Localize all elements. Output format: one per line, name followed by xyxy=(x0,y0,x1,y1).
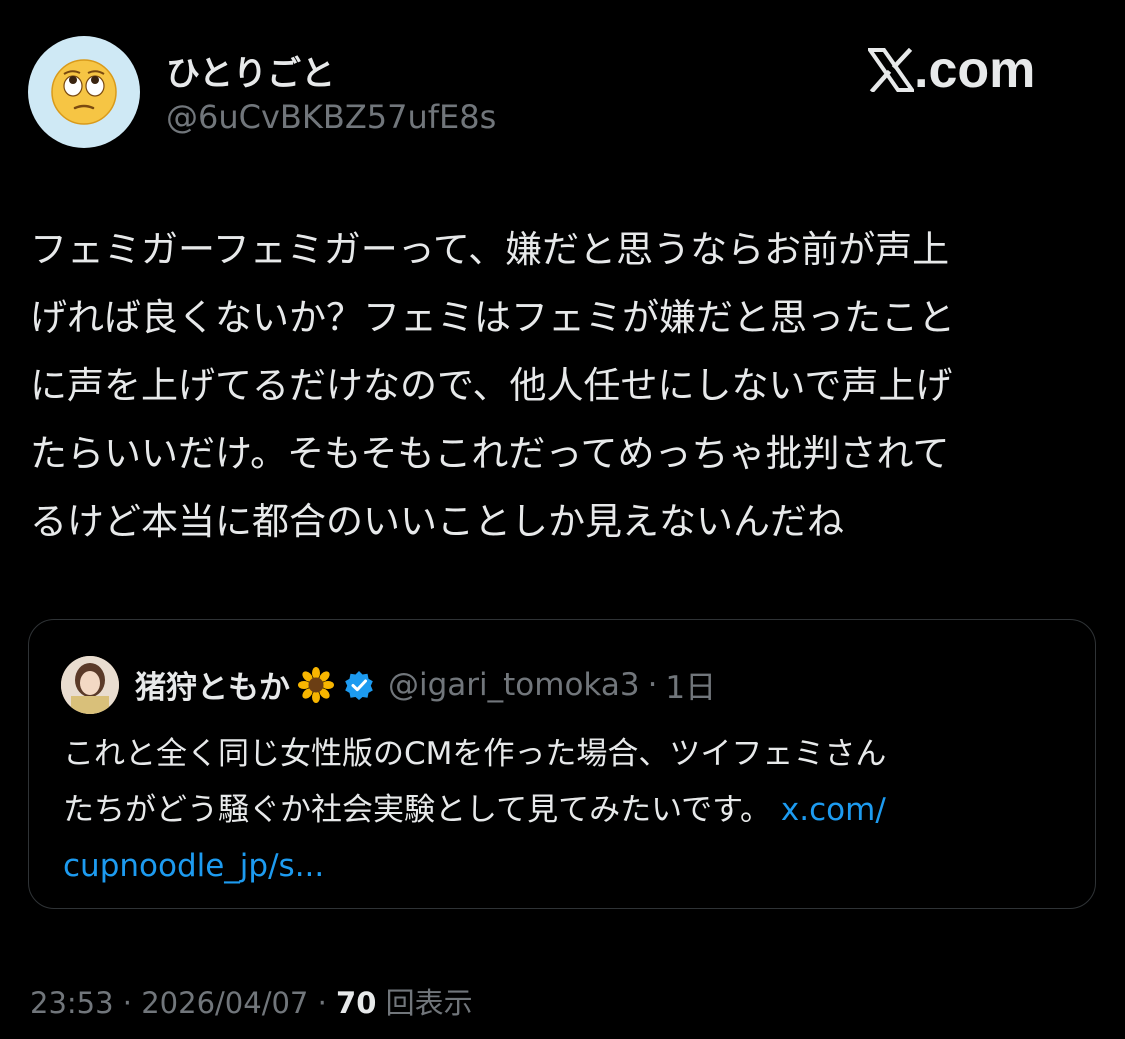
sunflower-icon xyxy=(298,666,334,703)
quoted-text-line: これと全く同じ女性版のCMを作った場合、ツイフェミさん xyxy=(63,736,887,772)
author-display-name[interactable]: ひとりごと xyxy=(166,46,335,95)
views-count: 70 xyxy=(336,986,377,1020)
tweet-date[interactable]: 2026/04/07 xyxy=(141,986,308,1020)
views-label: 回表示 xyxy=(376,986,473,1020)
x-logo-icon xyxy=(868,48,914,92)
quoted-tweet-header: 猪狩ともか @igari_tomoka3 · 1日 xyxy=(135,662,716,707)
verified-badge-icon[interactable] xyxy=(344,670,374,700)
tweet-meta: 23:53 · 2026/04/07 · 70 回表示 xyxy=(30,980,473,1022)
tweet-time[interactable]: 23:53 xyxy=(30,986,114,1020)
brand-logo: .com xyxy=(868,40,1035,100)
tweet-line: るけど本当に都合のいいことしか見えないんだね xyxy=(30,500,844,543)
tweet-text: フェミガーフェミガーって、嫌だと思うならお前が声上 げれば良くないか？フェミはフ… xyxy=(30,216,1100,556)
quoted-text-line: たちがどう騒ぐか社会実験として見てみたいです。 x.com/ xyxy=(63,782,1073,838)
quoted-display-name[interactable]: 猪狩ともか xyxy=(135,662,290,707)
quoted-link[interactable]: x.com/ xyxy=(781,792,886,828)
tweet-line: げれば良くないか？フェミはフェミが嫌だと思ったこと xyxy=(30,296,955,339)
tweet-line: フェミガーフェミガーって、嫌だと思うならお前が声上 xyxy=(30,228,950,271)
quoted-tweet-card[interactable]: 猪狩ともか @igari_tomoka3 · 1日 これと全く同じ女性版のCMを… xyxy=(28,619,1096,909)
brand-text: .com xyxy=(914,41,1036,99)
quoted-tweet-text: これと全く同じ女性版のCMを作った場合、ツイフェミさん たちがどう騒ぐか社会実験… xyxy=(63,726,1073,894)
tweet-line: たらいいだけ。そもそもこれだってめっちゃ批判されて xyxy=(30,432,950,475)
tweet-line: に声を上げてるだけなので、他人任せにしないで声上げ xyxy=(30,364,953,407)
dot-separator: · xyxy=(647,666,658,703)
face-with-rolling-eyes-icon xyxy=(51,59,117,125)
meta-separator: · xyxy=(113,986,142,1020)
quoted-handle[interactable]: @igari_tomoka3 xyxy=(388,667,640,703)
quoted-text-segment: たちがどう騒ぐか社会実験として見てみたいです。 xyxy=(63,792,781,828)
author-handle[interactable]: @6uCvBKBZ57ufE8s xyxy=(166,98,496,136)
quoted-link-continuation[interactable]: cupnoodle_jp/s... xyxy=(63,838,1073,894)
quoted-author-avatar[interactable] xyxy=(61,656,119,714)
meta-separator: · xyxy=(308,986,337,1020)
author-avatar[interactable] xyxy=(28,36,140,148)
quoted-timestamp[interactable]: 1日 xyxy=(665,662,716,707)
quoted-avatar-photo xyxy=(61,656,119,714)
